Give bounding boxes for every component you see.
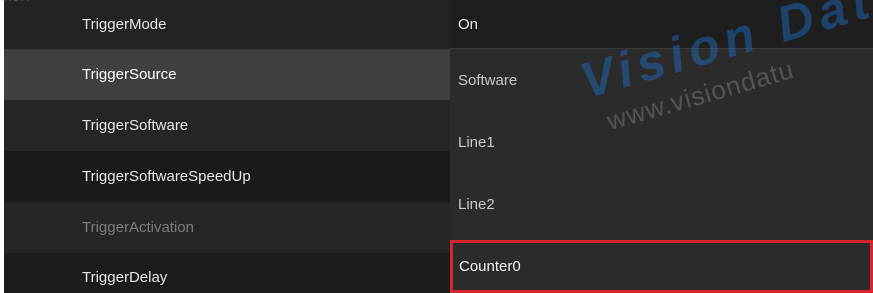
dropdown-option-software[interactable]: Software (450, 49, 873, 111)
property-row-trigger-software-speedup[interactable]: TriggerSoftwareSpeedUp (4, 151, 450, 202)
property-label: TriggerSoftwareSpeedUp (82, 168, 251, 185)
value-text: On (458, 15, 479, 33)
property-list: TriggerMode TriggerSource TriggerSoftwar… (4, 0, 450, 293)
option-label: Counter0 (459, 258, 521, 275)
property-label: TriggerMode (82, 16, 167, 33)
property-row-trigger-delay[interactable]: TriggerDelay (4, 253, 450, 293)
property-label: TriggerDelay (82, 269, 168, 286)
property-row-trigger-mode[interactable]: TriggerMode (4, 0, 450, 49)
property-row-trigger-source[interactable]: TriggerSource (4, 49, 450, 100)
property-row-trigger-software[interactable]: TriggerSoftware (4, 100, 450, 151)
trigger-source-dropdown-list: Software Line1 Line2 Counter0 (450, 49, 873, 293)
property-label: TriggerSoftware (82, 117, 189, 134)
dropdown-option-line2[interactable]: Line2 (450, 173, 873, 235)
camera-parameter-panel: TriggerMode TriggerSource TriggerSoftwar… (0, 0, 873, 293)
option-label: Line1 (458, 133, 495, 151)
property-row-trigger-activation: TriggerActivation (4, 202, 450, 253)
option-label: Software (458, 71, 518, 89)
dropdown-option-line1[interactable]: Line1 (450, 111, 873, 173)
dropdown-option-counter0[interactable]: Counter0 (450, 240, 873, 293)
option-label: Line2 (458, 195, 495, 213)
property-label: TriggerSource (82, 66, 177, 83)
property-label: TriggerActivation (82, 219, 194, 236)
trigger-mode-value[interactable]: On (450, 0, 873, 49)
